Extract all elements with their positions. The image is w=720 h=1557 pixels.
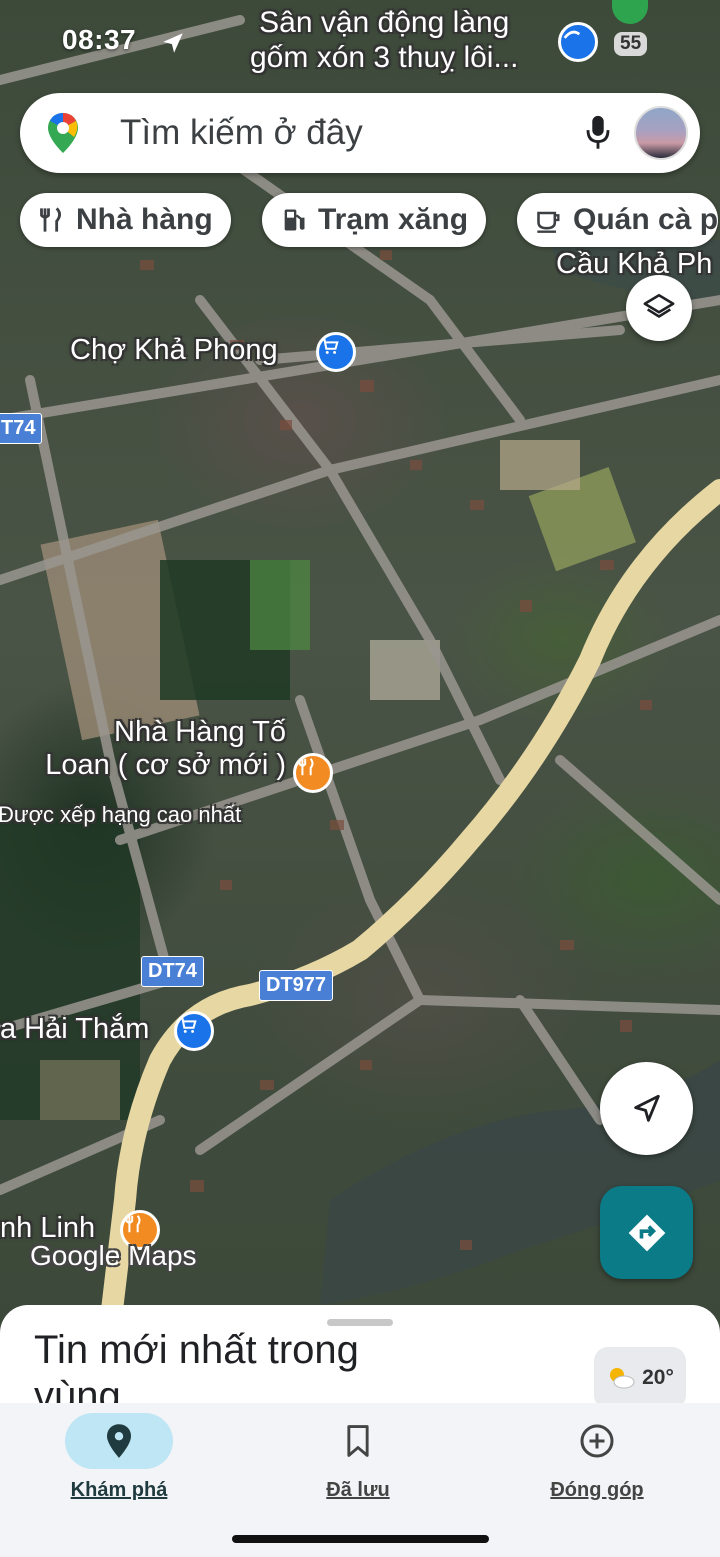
layers-icon — [643, 293, 675, 318]
partly-cloudy-icon — [610, 1368, 635, 1389]
nav-explore[interactable]: Khám phá — [19, 1413, 219, 1502]
gas-station-icon — [284, 209, 305, 231]
poi-label-restaurant-rating: Được xếp hạng cao nhất — [0, 802, 242, 827]
home-indicator[interactable] — [232, 1535, 489, 1543]
add-circle-icon — [580, 1424, 614, 1458]
shopping-cart-icon[interactable] — [174, 1011, 214, 1051]
poi-label-cau-kha-phong[interactable]: Cầu Khả Ph — [556, 248, 712, 281]
stadium-pin-icon[interactable] — [558, 22, 598, 62]
chip-gas-stations[interactable]: Trạm xăng — [262, 193, 487, 247]
chip-coffee[interactable]: Quán cà p — [517, 193, 719, 247]
search-bar[interactable]: Tìm kiếm ở đây — [20, 93, 700, 173]
restaurant-pin-icon[interactable] — [293, 753, 333, 793]
poi-label-restaurant[interactable]: Nhà Hàng Tố Loan ( cơ sở mới ) — [16, 716, 286, 783]
google-maps-pin-icon — [48, 113, 78, 153]
nav-saved-label: Đã lưu — [326, 1479, 390, 1501]
chip-label: Nhà hàng — [76, 203, 213, 236]
bottom-navigation: Khám phá Đã lưu Đóng góp — [0, 1403, 720, 1557]
poi-label-hai-tham[interactable]: a Hải Thắm — [0, 1013, 149, 1046]
my-location-button[interactable] — [600, 1062, 693, 1155]
chip-restaurants[interactable]: Nhà hàng — [20, 193, 231, 247]
fork-knife-icon — [40, 207, 61, 232]
bookmark-icon — [347, 1425, 369, 1457]
nav-contribute-pill[interactable] — [543, 1413, 651, 1469]
nav-contribute-label: Đóng góp — [550, 1479, 644, 1501]
nav-explore-label: Khám phá — [70, 1479, 168, 1501]
weather-badge[interactable]: 20° — [594, 1347, 686, 1409]
road-shield-dt977: DT977 — [259, 970, 334, 1001]
directions-icon — [628, 1214, 665, 1251]
directions-button[interactable] — [600, 1186, 693, 1279]
location-pin-icon — [107, 1424, 131, 1458]
road-shield-dt74: DT74 — [141, 956, 204, 987]
microphone-icon[interactable] — [580, 113, 616, 153]
google-maps-watermark: Google Maps — [30, 1240, 197, 1271]
chip-label: Trạm xăng — [318, 203, 469, 236]
nav-saved-pill[interactable] — [304, 1413, 412, 1469]
avatar[interactable] — [634, 106, 688, 160]
nav-contribute[interactable]: Đóng góp — [497, 1413, 697, 1502]
sheet-drag-handle[interactable] — [327, 1319, 393, 1326]
location-arrow-icon — [163, 33, 183, 53]
road-shield-dt74-top: T74 — [0, 413, 43, 444]
weather-temperature: 20° — [642, 1366, 674, 1389]
navigation-arrow-icon — [633, 1094, 660, 1122]
poi-label-cho-kha-phong[interactable]: Chợ Khả Phong — [70, 334, 278, 367]
coffee-cup-icon — [537, 211, 560, 233]
status-time: 08:37 — [62, 24, 137, 55]
nav-saved[interactable]: Đã lưu — [258, 1413, 458, 1502]
chip-label: Quán cà p — [573, 203, 719, 236]
shopping-cart-icon[interactable] — [316, 332, 356, 372]
search-input[interactable]: Tìm kiếm ở đây — [120, 113, 363, 153]
status-signal-badge: 55 — [614, 32, 648, 56]
nav-explore-pill[interactable] — [65, 1413, 173, 1469]
poi-label-stadium[interactable]: Sân vận động làng gốm xón 3 thuỵ lôi... — [250, 6, 518, 75]
layers-button[interactable] — [626, 275, 692, 341]
